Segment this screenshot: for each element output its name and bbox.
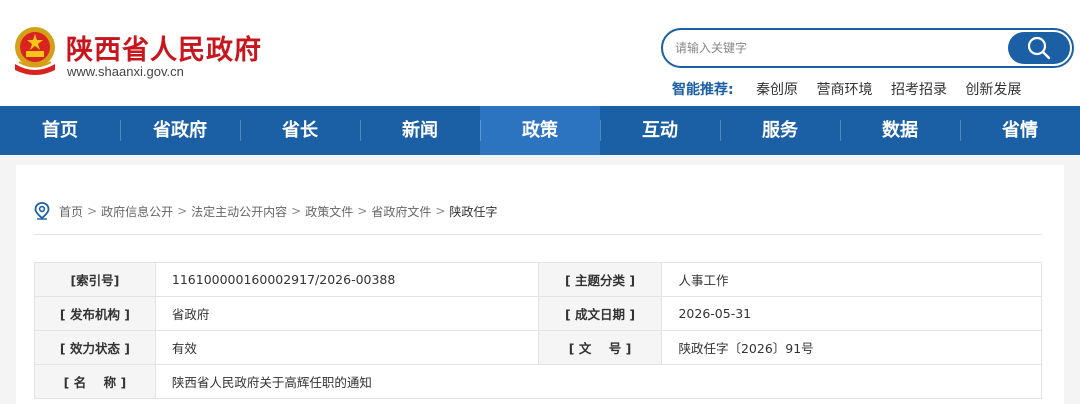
document-meta-table: [索引号] 116100000160002917/2026-00388 [ 主题… (34, 262, 1043, 399)
table-row: [ 发布机构 ] 省政府 [ 成文日期 ] 2026-05-31 (34, 296, 1042, 331)
article-panel: 首页 > 政府信息公开 > 法定主动公开内容 > 政策文件 > 省政府文件 > … (16, 165, 1064, 405)
breadcrumb-current[interactable]: 陕政任字 (449, 203, 497, 220)
breadcrumb-divider (34, 234, 1042, 235)
content-area: 首页 > 政府信息公开 > 法定主动公开内容 > 政策文件 > 省政府文件 > … (0, 155, 1080, 405)
breadcrumb: 首页 > 政府信息公开 > 法定主动公开内容 > 政策文件 > 省政府文件 > … (34, 202, 497, 220)
location-pin-icon (34, 202, 50, 220)
recommend-link-innovation[interactable]: 创新发展 (965, 82, 1021, 98)
site-header: 陕西省人民政府 www.shaanxi.gov.cn 智能推荐: 秦创原 营商环… (0, 0, 1080, 106)
site-title[interactable]: 陕西省人民政府 (66, 28, 262, 67)
nav-item-provincial-gov[interactable]: 省政府 (120, 106, 240, 155)
table-row: [ 名 称 ] 陕西省人民政府关于高辉任职的通知 (34, 364, 1043, 399)
nav-item-news[interactable]: 新闻 (360, 106, 480, 155)
national-emblem-icon (15, 27, 55, 75)
nav-item-home[interactable]: 首页 (0, 106, 120, 155)
site-url[interactable]: www.shaanxi.gov.cn (67, 64, 184, 79)
name-value: 陕西省人民政府关于高辉任职的通知 (154, 364, 1043, 399)
recommend-link-qinchuangyuan[interactable]: 秦创原 (756, 82, 798, 98)
breadcrumb-separator: > (87, 204, 98, 218)
nav-item-province-info[interactable]: 省情 (960, 106, 1080, 155)
nav-item-governor[interactable]: 省长 (240, 106, 360, 155)
search-button[interactable] (1008, 32, 1070, 64)
recommend-link-business-env[interactable]: 营商环境 (817, 82, 873, 98)
recommend-link-recruitment[interactable]: 招考招录 (891, 82, 947, 98)
smart-recommend: 智能推荐: 秦创原 营商环境 招考招录 创新发展 (672, 79, 1035, 99)
breadcrumb-separator: > (357, 204, 368, 218)
issuer-label: [ 发布机构 ] (34, 296, 156, 331)
breadcrumb-statutory[interactable]: 法定主动公开内容 (191, 203, 287, 220)
breadcrumb-separator: > (435, 204, 446, 218)
breadcrumb-separator: > (291, 204, 302, 218)
nav-item-data[interactable]: 数据 (840, 106, 960, 155)
breadcrumb-separator: > (177, 204, 188, 218)
search-input[interactable] (675, 30, 1005, 66)
table-row: [ 效力状态 ] 有效 [ 文 号 ] 陕政任字〔2026〕91号 (34, 330, 1042, 365)
breadcrumb-provincial-docs[interactable]: 省政府文件 (371, 203, 431, 220)
index-label: [索引号] (34, 262, 156, 297)
nav-item-interaction[interactable]: 互动 (600, 106, 720, 155)
search-icon (1027, 36, 1051, 60)
nav-item-policy[interactable]: 政策 (480, 106, 600, 155)
docno-value: 陕政任字〔2026〕91号 (661, 330, 1042, 365)
topic-label: [ 主题分类 ] (537, 262, 663, 297)
search-box (661, 28, 1074, 68)
status-value: 有效 (154, 330, 539, 365)
breadcrumb-policy-docs[interactable]: 政策文件 (305, 203, 353, 220)
index-value: 116100000160002917/2026-00388 (154, 262, 539, 297)
recommend-label: 智能推荐: (672, 82, 734, 98)
breadcrumb-gov-info[interactable]: 政府信息公开 (101, 203, 173, 220)
docno-label: [ 文 号 ] (537, 330, 663, 365)
nav-item-service[interactable]: 服务 (720, 106, 840, 155)
name-label: [ 名 称 ] (34, 364, 156, 399)
table-row: [索引号] 116100000160002917/2026-00388 [ 主题… (34, 262, 1042, 297)
topic-value: 人事工作 (661, 262, 1042, 297)
main-nav: 首页 省政府 省长 新闻 政策 互动 服务 数据 省情 (0, 106, 1080, 155)
issuer-value: 省政府 (154, 296, 539, 331)
date-label: [ 成文日期 ] (537, 296, 663, 331)
status-label: [ 效力状态 ] (34, 330, 156, 365)
date-value: 2026-05-31 (661, 296, 1042, 331)
breadcrumb-home[interactable]: 首页 (59, 203, 83, 220)
